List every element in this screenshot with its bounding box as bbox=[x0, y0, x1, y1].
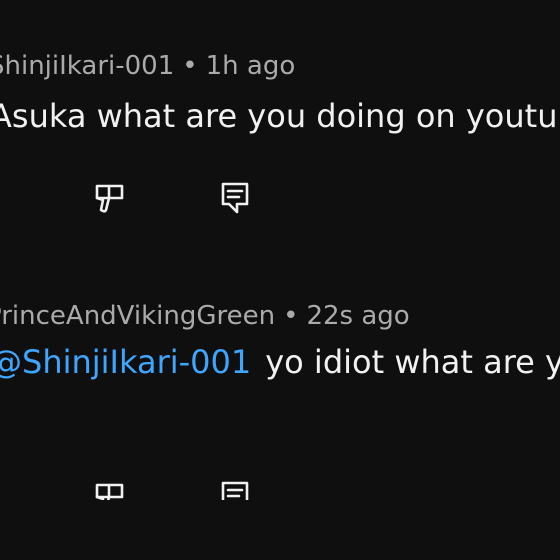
comment-author[interactable]: PrinceAndVikingGreen bbox=[0, 301, 275, 331]
dislike-button[interactable] bbox=[89, 477, 129, 500]
comment-text: Asuka what are you doing on youtube bbox=[0, 97, 560, 135]
thumbs-down-icon bbox=[95, 184, 124, 213]
meta-separator: • bbox=[283, 301, 299, 331]
comment-item: ShinjiIkari-001 • 1h ago Asuka what are yo… bbox=[0, 0, 560, 250]
thumbs-down-icon bbox=[95, 483, 124, 500]
comment-meta: PrinceAndVikingGreen • 22s ago bbox=[0, 294, 410, 338]
reply-icon bbox=[221, 481, 249, 500]
reply-button[interactable] bbox=[215, 178, 255, 218]
comment-item: PrinceAndVikingGreen • 22s ago @ShinjiIkar… bbox=[0, 250, 560, 500]
meta-separator: • bbox=[182, 51, 198, 81]
comment-timestamp[interactable]: 22s ago bbox=[306, 301, 409, 331]
comment-meta: ShinjiIkari-001 • 1h ago bbox=[0, 44, 295, 88]
comment-text: @ShinjiIkari-001 yo idiot what are you bbox=[0, 338, 560, 386]
comment-author[interactable]: ShinjiIkari-001 bbox=[0, 51, 174, 81]
dislike-button[interactable] bbox=[89, 178, 129, 218]
comment-body: yo idiot what are you bbox=[265, 343, 560, 381]
reply-button[interactable] bbox=[215, 477, 255, 500]
comment-timestamp[interactable]: 1h ago bbox=[206, 51, 296, 81]
mention-link[interactable]: @ShinjiIkari-001 bbox=[0, 343, 251, 381]
reply-icon bbox=[221, 182, 249, 214]
